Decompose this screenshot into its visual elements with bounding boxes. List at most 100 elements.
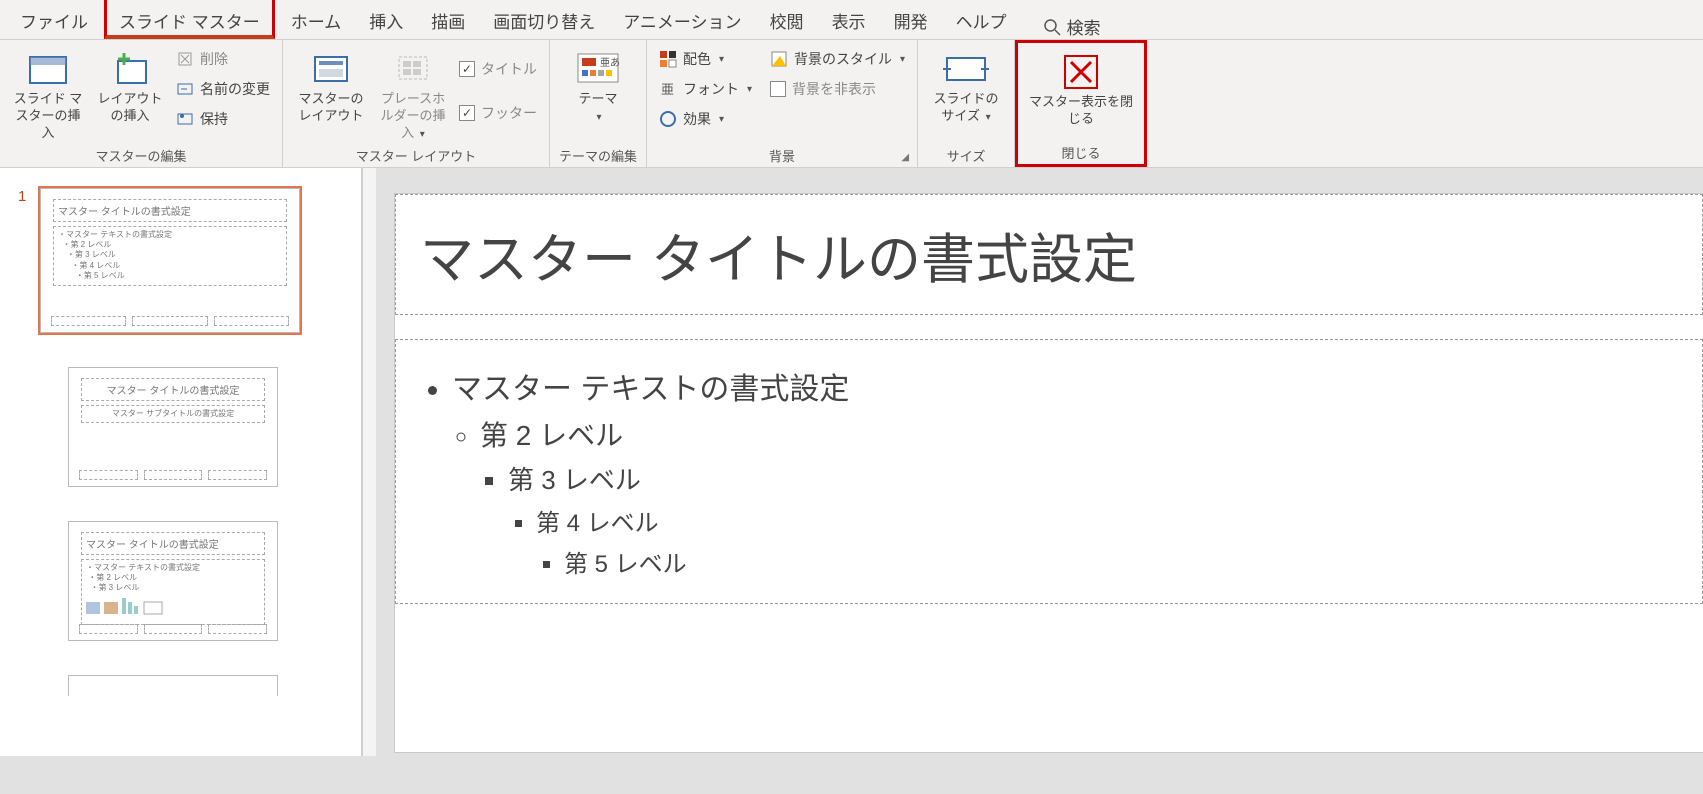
hide-bg-checkbox[interactable]: ✓ 背景を非表示 (766, 77, 909, 101)
thumb-scrollbar[interactable] (362, 168, 376, 756)
title-placeholder[interactable]: マスター タイトルの書式設定 (395, 194, 1703, 315)
level2-text: 第 2 レベル (480, 414, 1674, 454)
checkbox-icon: ✓ (770, 81, 786, 97)
svg-text:亜あ: 亜あ (600, 57, 620, 69)
chevron-down-icon: ▾ (900, 54, 905, 65)
insert-layout-button[interactable]: レイアウトの挿入 (90, 45, 170, 125)
tab-review[interactable]: 校閲 (758, 0, 816, 39)
checkbox-icon: ✓ (459, 105, 475, 121)
label: タイトル (481, 59, 537, 79)
chevron-down-icon: ▾ (420, 129, 425, 140)
search-box[interactable]: 検索 (1043, 14, 1101, 39)
workspace: 1 マスター タイトルの書式設定 ・マスター テキストの書式設定 ・第 2 レベ… (0, 168, 1703, 756)
title-checkbox[interactable]: ✓ タイトル (455, 57, 541, 81)
bg-style-icon (770, 50, 788, 68)
group-close: マスター表示を閉じる 閉じる (1015, 40, 1147, 167)
insert-slide-master-button[interactable]: スライド マスターの挿入 (8, 45, 88, 142)
preserve-icon (176, 110, 194, 128)
label: 削除 (200, 49, 228, 69)
slide-size-icon (943, 47, 989, 91)
preserve-button[interactable]: 保持 (172, 107, 274, 131)
thumb-body: ・マスター テキストの書式設定 ・第 2 レベル ・第 3 レベル ・第 4 レ… (53, 226, 287, 286)
tab-strip: ファイル スライド マスター ホーム 挿入 描画 画面切り替え アニメーション … (0, 0, 1703, 40)
label: スライドのサイズ ▾ (928, 91, 1004, 125)
tab-insert[interactable]: 挿入 (357, 0, 415, 39)
master-layout-button[interactable]: マスターのレイアウト (291, 45, 371, 125)
group-theme-edit: 亜あ テーマ▾ テーマの編集 (550, 40, 647, 167)
group-label: 背景 ◢ (655, 142, 909, 165)
footer-checkbox[interactable]: ✓ フッター (455, 101, 541, 125)
thumbnail-pane[interactable]: 1 マスター タイトルの書式設定 ・マスター テキストの書式設定 ・第 2 レベ… (0, 168, 362, 756)
chevron-down-icon: ▾ (986, 112, 991, 123)
tab-home[interactable]: ホーム (279, 0, 354, 39)
chevron-down-icon: ▾ (719, 114, 724, 125)
label: 効果 (683, 109, 711, 129)
tab-slide-master[interactable]: スライド マスター (104, 0, 275, 39)
group-label: マスター レイアウト (291, 142, 541, 165)
thumb-title: マスター タイトルの書式設定 (81, 378, 265, 401)
effects-button[interactable]: 効果 ▾ (655, 107, 756, 131)
label: スライド マスターの挿入 (10, 91, 86, 142)
group-label: サイズ (926, 142, 1006, 165)
tab-transition[interactable]: 画面切り替え (481, 0, 607, 39)
chevron-down-icon: ▾ (719, 54, 724, 65)
thumb-layout[interactable] (68, 675, 278, 696)
label: テーマ▾ (578, 91, 617, 125)
effects-icon (659, 110, 677, 128)
delete-icon (176, 50, 194, 68)
close-master-view-button[interactable]: マスター表示を閉じる (1026, 48, 1136, 128)
group-master-layout: マスターのレイアウト プレースホルダーの挿入 ▾ ✓ タイトル ✓ フッター マ… (283, 40, 550, 167)
label: 名前の変更 (200, 79, 270, 99)
bg-styles-button[interactable]: 背景のスタイル▾ (766, 47, 909, 71)
tab-animation[interactable]: アニメーション (611, 0, 753, 39)
slide-size-button[interactable]: スライドのサイズ ▾ (926, 45, 1006, 125)
level3-text: 第 3 レベル (508, 460, 1674, 497)
thumb-sub: マスター サブタイトルの書式設定 (81, 405, 265, 423)
fonts-button[interactable]: 亜 フォント ▾ (655, 77, 756, 101)
group-label: 閉じる (1026, 139, 1136, 162)
rename-button[interactable]: 名前の変更 (172, 77, 274, 101)
search-placeholder: 検索 (1067, 14, 1101, 39)
insert-placeholder-button[interactable]: プレースホルダーの挿入 ▾ (373, 45, 453, 142)
thumb-body: ・マスター テキストの書式設定 ・第 2 レベル ・第 3 レベル (81, 559, 265, 626)
slide-editor[interactable]: マスター タイトルの書式設定 マスター テキストの書式設定 第 2 レベル 第 … (376, 168, 1703, 756)
tab-developer[interactable]: 開発 (882, 0, 940, 39)
group-size: スライドのサイズ ▾ サイズ (918, 40, 1015, 167)
group-label: マスターの編集 (8, 142, 274, 165)
level5-text: 第 5 レベル (564, 544, 1674, 579)
group-label: テーマの編集 (558, 142, 638, 165)
checkbox-icon: ✓ (459, 61, 475, 77)
master-layout-icon (311, 47, 351, 91)
thumb-master[interactable]: マスター タイトルの書式設定 ・マスター テキストの書式設定 ・第 2 レベル … (40, 188, 300, 333)
tab-help[interactable]: ヘルプ (944, 0, 1019, 39)
dialog-launcher-icon[interactable]: ◢ (901, 152, 909, 163)
slide-master-icon (28, 47, 68, 91)
thumb-title: マスター タイトルの書式設定 (81, 532, 265, 555)
placeholder-icon (393, 47, 433, 91)
tab-view[interactable]: 表示 (820, 0, 878, 39)
label: フッター (481, 103, 537, 123)
colors-button[interactable]: 配色 ▾ (655, 47, 756, 71)
slide-canvas[interactable]: マスター タイトルの書式設定 マスター テキストの書式設定 第 2 レベル 第 … (394, 193, 1703, 753)
label: 配色 (683, 49, 711, 69)
layout-insert-icon (110, 47, 150, 91)
thumb-layout[interactable]: マスター タイトルの書式設定 マスター サブタイトルの書式設定 (68, 367, 278, 487)
tab-file[interactable]: ファイル (8, 0, 100, 39)
tab-draw[interactable]: 描画 (419, 0, 477, 39)
label: マスター表示を閉じる (1028, 94, 1134, 128)
search-icon (1043, 18, 1061, 36)
ribbon: スライド マスターの挿入 レイアウトの挿入 削除 (0, 40, 1703, 168)
label: 背景を非表示 (792, 79, 876, 99)
body-placeholder[interactable]: マスター テキストの書式設定 第 2 レベル 第 3 レベル 第 4 レベル 第… (395, 339, 1703, 604)
themes-button[interactable]: 亜あ テーマ▾ (558, 45, 638, 125)
chevron-down-icon: ▾ (596, 112, 601, 123)
label: フォント (683, 79, 739, 99)
label: 保持 (200, 109, 228, 129)
rename-icon (176, 80, 194, 98)
chevron-down-icon: ▾ (747, 84, 752, 95)
label: レイアウトの挿入 (92, 91, 168, 125)
thumb-layout[interactable]: マスター タイトルの書式設定 ・マスター テキストの書式設定 ・第 2 レベル … (68, 521, 278, 641)
svg-text:亜: 亜 (661, 82, 674, 97)
thumb-index: 1 (18, 188, 30, 205)
delete-button[interactable]: 削除 (172, 47, 274, 71)
